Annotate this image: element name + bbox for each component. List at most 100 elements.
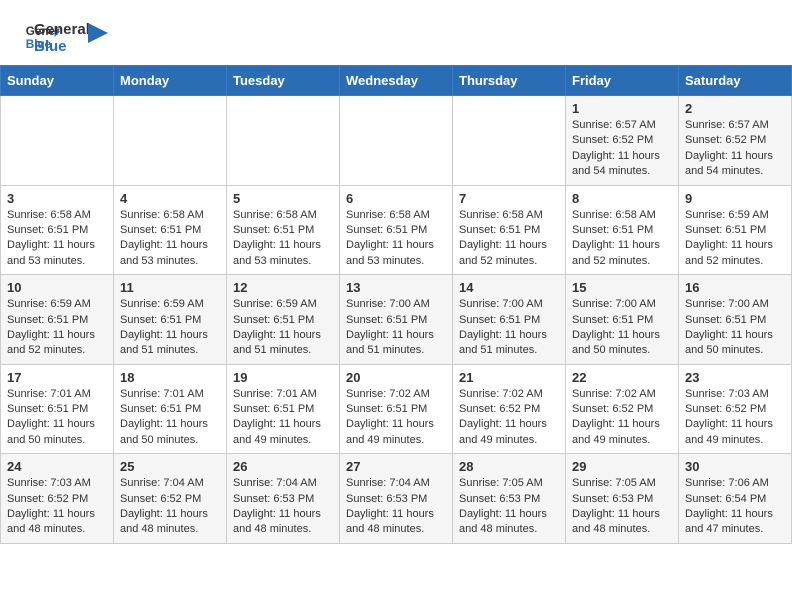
- calendar-cell: 12Sunrise: 6:59 AM Sunset: 6:51 PM Dayli…: [227, 275, 340, 365]
- day-number: 4: [120, 191, 220, 206]
- day-info: Sunrise: 7:03 AM Sunset: 6:52 PM Dayligh…: [7, 476, 107, 538]
- day-number: 30: [685, 459, 785, 474]
- weekday-header-monday: Monday: [114, 66, 227, 96]
- weekday-header-saturday: Saturday: [679, 66, 792, 96]
- day-number: 17: [7, 370, 107, 385]
- calendar-cell: 6 Sunrise: 6:58 AM Sunset: 6:51 PM Daylig…: [340, 185, 453, 275]
- weekday-header-wednesday: Wednesday: [340, 66, 453, 96]
- calendar-cell: 30 Sunrise: 7:06 AM Sunset: 6:54 PM Dayli…: [679, 454, 792, 544]
- calendar-cell: 21Sunrise: 7:02 AM Sunset: 6:52 PM Dayli…: [453, 364, 566, 454]
- day-number: 15: [572, 280, 672, 295]
- calendar-cell: 5 Sunrise: 6:58 AM Sunset: 6:51 PM Daylig…: [227, 185, 340, 275]
- calendar-cell: 13Sunrise: 7:00 AM Sunset: 6:51 PM Dayli…: [340, 275, 453, 365]
- calendar-header-row: SundayMondayTuesdayWednesdayThursdayFrid…: [1, 66, 792, 96]
- calendar-cell: 9Sunrise: 6:59 AM Sunset: 6:51 PM Daylig…: [679, 185, 792, 275]
- day-info: Sunrise: 6:58 AM Sunset: 6:51 PM Dayligh…: [233, 208, 333, 270]
- weekday-header-sunday: Sunday: [1, 66, 114, 96]
- calendar-week-4: 24Sunrise: 7:03 AM Sunset: 6:52 PM Dayli…: [1, 454, 792, 544]
- day-number: 13: [346, 280, 446, 295]
- calendar-cell: [114, 96, 227, 186]
- weekday-header-friday: Friday: [566, 66, 679, 96]
- day-info: Sunrise: 7:00 AM Sunset: 6:51 PM Dayligh…: [685, 297, 785, 359]
- day-info: Sunrise: 7:05 AM Sunset: 6:53 PM Dayligh…: [572, 476, 672, 538]
- calendar-cell: 8 Sunrise: 6:58 AM Sunset: 6:51 PM Daylig…: [566, 185, 679, 275]
- calendar-week-0: 1 Sunrise: 6:57 AM Sunset: 6:52 PM Daylig…: [1, 96, 792, 186]
- weekday-header-tuesday: Tuesday: [227, 66, 340, 96]
- calendar-cell: 14 Sunrise: 7:00 AM Sunset: 6:51 PM Dayli…: [453, 275, 566, 365]
- day-number: 6: [346, 191, 446, 206]
- calendar-cell: [340, 96, 453, 186]
- calendar-cell: 4 Sunrise: 6:58 AM Sunset: 6:51 PM Daylig…: [114, 185, 227, 275]
- day-info: Sunrise: 7:01 AM Sunset: 6:51 PM Dayligh…: [233, 387, 333, 449]
- calendar-week-2: 10 Sunrise: 6:59 AM Sunset: 6:51 PM Dayli…: [1, 275, 792, 365]
- calendar-cell: 22 Sunrise: 7:02 AM Sunset: 6:52 PM Dayli…: [566, 364, 679, 454]
- day-info: Sunrise: 6:58 AM Sunset: 6:51 PM Dayligh…: [7, 208, 107, 270]
- logo-blue: Blue: [34, 39, 90, 56]
- day-info: Sunrise: 7:02 AM Sunset: 6:51 PM Dayligh…: [346, 387, 446, 449]
- day-info: Sunrise: 6:59 AM Sunset: 6:51 PM Dayligh…: [685, 208, 785, 270]
- calendar-wrapper: SundayMondayTuesdayWednesdayThursdayFrid…: [0, 65, 792, 554]
- calendar-cell: 20 Sunrise: 7:02 AM Sunset: 6:51 PM Dayli…: [340, 364, 453, 454]
- day-info: Sunrise: 7:04 AM Sunset: 6:53 PM Dayligh…: [346, 476, 446, 538]
- calendar-cell: 17 Sunrise: 7:01 AM Sunset: 6:51 PM Dayli…: [1, 364, 114, 454]
- calendar-week-1: 3 Sunrise: 6:58 AM Sunset: 6:51 PM Daylig…: [1, 185, 792, 275]
- day-number: 27: [346, 459, 446, 474]
- day-number: 8: [572, 191, 672, 206]
- day-info: Sunrise: 6:57 AM Sunset: 6:52 PM Dayligh…: [685, 118, 785, 180]
- day-number: 1: [572, 101, 672, 116]
- calendar-cell: 28 Sunrise: 7:05 AM Sunset: 6:53 PM Dayli…: [453, 454, 566, 544]
- day-number: 23: [685, 370, 785, 385]
- calendar-cell: 29 Sunrise: 7:05 AM Sunset: 6:53 PM Dayli…: [566, 454, 679, 544]
- day-number: 26: [233, 459, 333, 474]
- day-info: Sunrise: 6:58 AM Sunset: 6:51 PM Dayligh…: [459, 208, 559, 270]
- calendar-cell: 15Sunrise: 7:00 AM Sunset: 6:51 PM Dayli…: [566, 275, 679, 365]
- calendar-cell: 23 Sunrise: 7:03 AM Sunset: 6:52 PM Dayli…: [679, 364, 792, 454]
- day-info: Sunrise: 6:59 AM Sunset: 6:51 PM Dayligh…: [120, 297, 220, 359]
- day-info: Sunrise: 7:02 AM Sunset: 6:52 PM Dayligh…: [572, 387, 672, 449]
- weekday-header-thursday: Thursday: [453, 66, 566, 96]
- calendar-week-3: 17 Sunrise: 7:01 AM Sunset: 6:51 PM Dayli…: [1, 364, 792, 454]
- day-info: Sunrise: 7:06 AM Sunset: 6:54 PM Dayligh…: [685, 476, 785, 538]
- day-number: 22: [572, 370, 672, 385]
- day-info: Sunrise: 7:03 AM Sunset: 6:52 PM Dayligh…: [685, 387, 785, 449]
- calendar-cell: 10Sunrise: 6:59 AM Sunset: 6:51 PM Dayli…: [1, 275, 114, 365]
- day-number: 18: [120, 370, 220, 385]
- day-number: 7: [459, 191, 559, 206]
- day-info: Sunrise: 7:01 AM Sunset: 6:51 PM Dayligh…: [120, 387, 220, 449]
- day-info: Sunrise: 6:58 AM Sunset: 6:51 PM Dayligh…: [572, 208, 672, 270]
- day-number: 20: [346, 370, 446, 385]
- day-info: Sunrise: 7:02 AM Sunset: 6:52 PM Dayligh…: [459, 387, 559, 449]
- calendar-cell: 19Sunrise: 7:01 AM Sunset: 6:51 PM Dayli…: [227, 364, 340, 454]
- calendar-table: SundayMondayTuesdayWednesdayThursdayFrid…: [0, 65, 792, 544]
- day-number: 29: [572, 459, 672, 474]
- calendar-cell: 2Sunrise: 6:57 AM Sunset: 6:52 PM Daylig…: [679, 96, 792, 186]
- calendar-cell: 7 Sunrise: 6:58 AM Sunset: 6:51 PM Daylig…: [453, 185, 566, 275]
- day-number: 5: [233, 191, 333, 206]
- day-number: 11: [120, 280, 220, 295]
- day-info: Sunrise: 7:04 AM Sunset: 6:53 PM Dayligh…: [233, 476, 333, 538]
- day-info: Sunrise: 6:58 AM Sunset: 6:51 PM Dayligh…: [346, 208, 446, 270]
- calendar-cell: 25 Sunrise: 7:04 AM Sunset: 6:52 PM Dayli…: [114, 454, 227, 544]
- day-number: 14: [459, 280, 559, 295]
- day-info: Sunrise: 7:04 AM Sunset: 6:52 PM Dayligh…: [120, 476, 220, 538]
- calendar-cell: [1, 96, 114, 186]
- calendar-cell: 26 Sunrise: 7:04 AM Sunset: 6:53 PM Dayli…: [227, 454, 340, 544]
- day-info: Sunrise: 7:00 AM Sunset: 6:51 PM Dayligh…: [459, 297, 559, 359]
- calendar-cell: 11 Sunrise: 6:59 AM Sunset: 6:51 PM Dayli…: [114, 275, 227, 365]
- logo-general: General: [34, 22, 90, 39]
- day-info: Sunrise: 7:01 AM Sunset: 6:51 PM Dayligh…: [7, 387, 107, 449]
- day-number: 3: [7, 191, 107, 206]
- day-info: Sunrise: 6:57 AM Sunset: 6:52 PM Dayligh…: [572, 118, 672, 180]
- day-info: Sunrise: 7:05 AM Sunset: 6:53 PM Dayligh…: [459, 476, 559, 538]
- day-number: 28: [459, 459, 559, 474]
- day-info: Sunrise: 6:58 AM Sunset: 6:51 PM Dayligh…: [120, 208, 220, 270]
- calendar-cell: [227, 96, 340, 186]
- calendar-cell: 16 Sunrise: 7:00 AM Sunset: 6:51 PM Dayli…: [679, 275, 792, 365]
- day-number: 10: [7, 280, 107, 295]
- calendar-cell: [453, 96, 566, 186]
- calendar-cell: 27 Sunrise: 7:04 AM Sunset: 6:53 PM Dayli…: [340, 454, 453, 544]
- calendar-cell: 1 Sunrise: 6:57 AM Sunset: 6:52 PM Daylig…: [566, 96, 679, 186]
- day-number: 25: [120, 459, 220, 474]
- calendar-cell: 18 Sunrise: 7:01 AM Sunset: 6:51 PM Dayli…: [114, 364, 227, 454]
- day-number: 16: [685, 280, 785, 295]
